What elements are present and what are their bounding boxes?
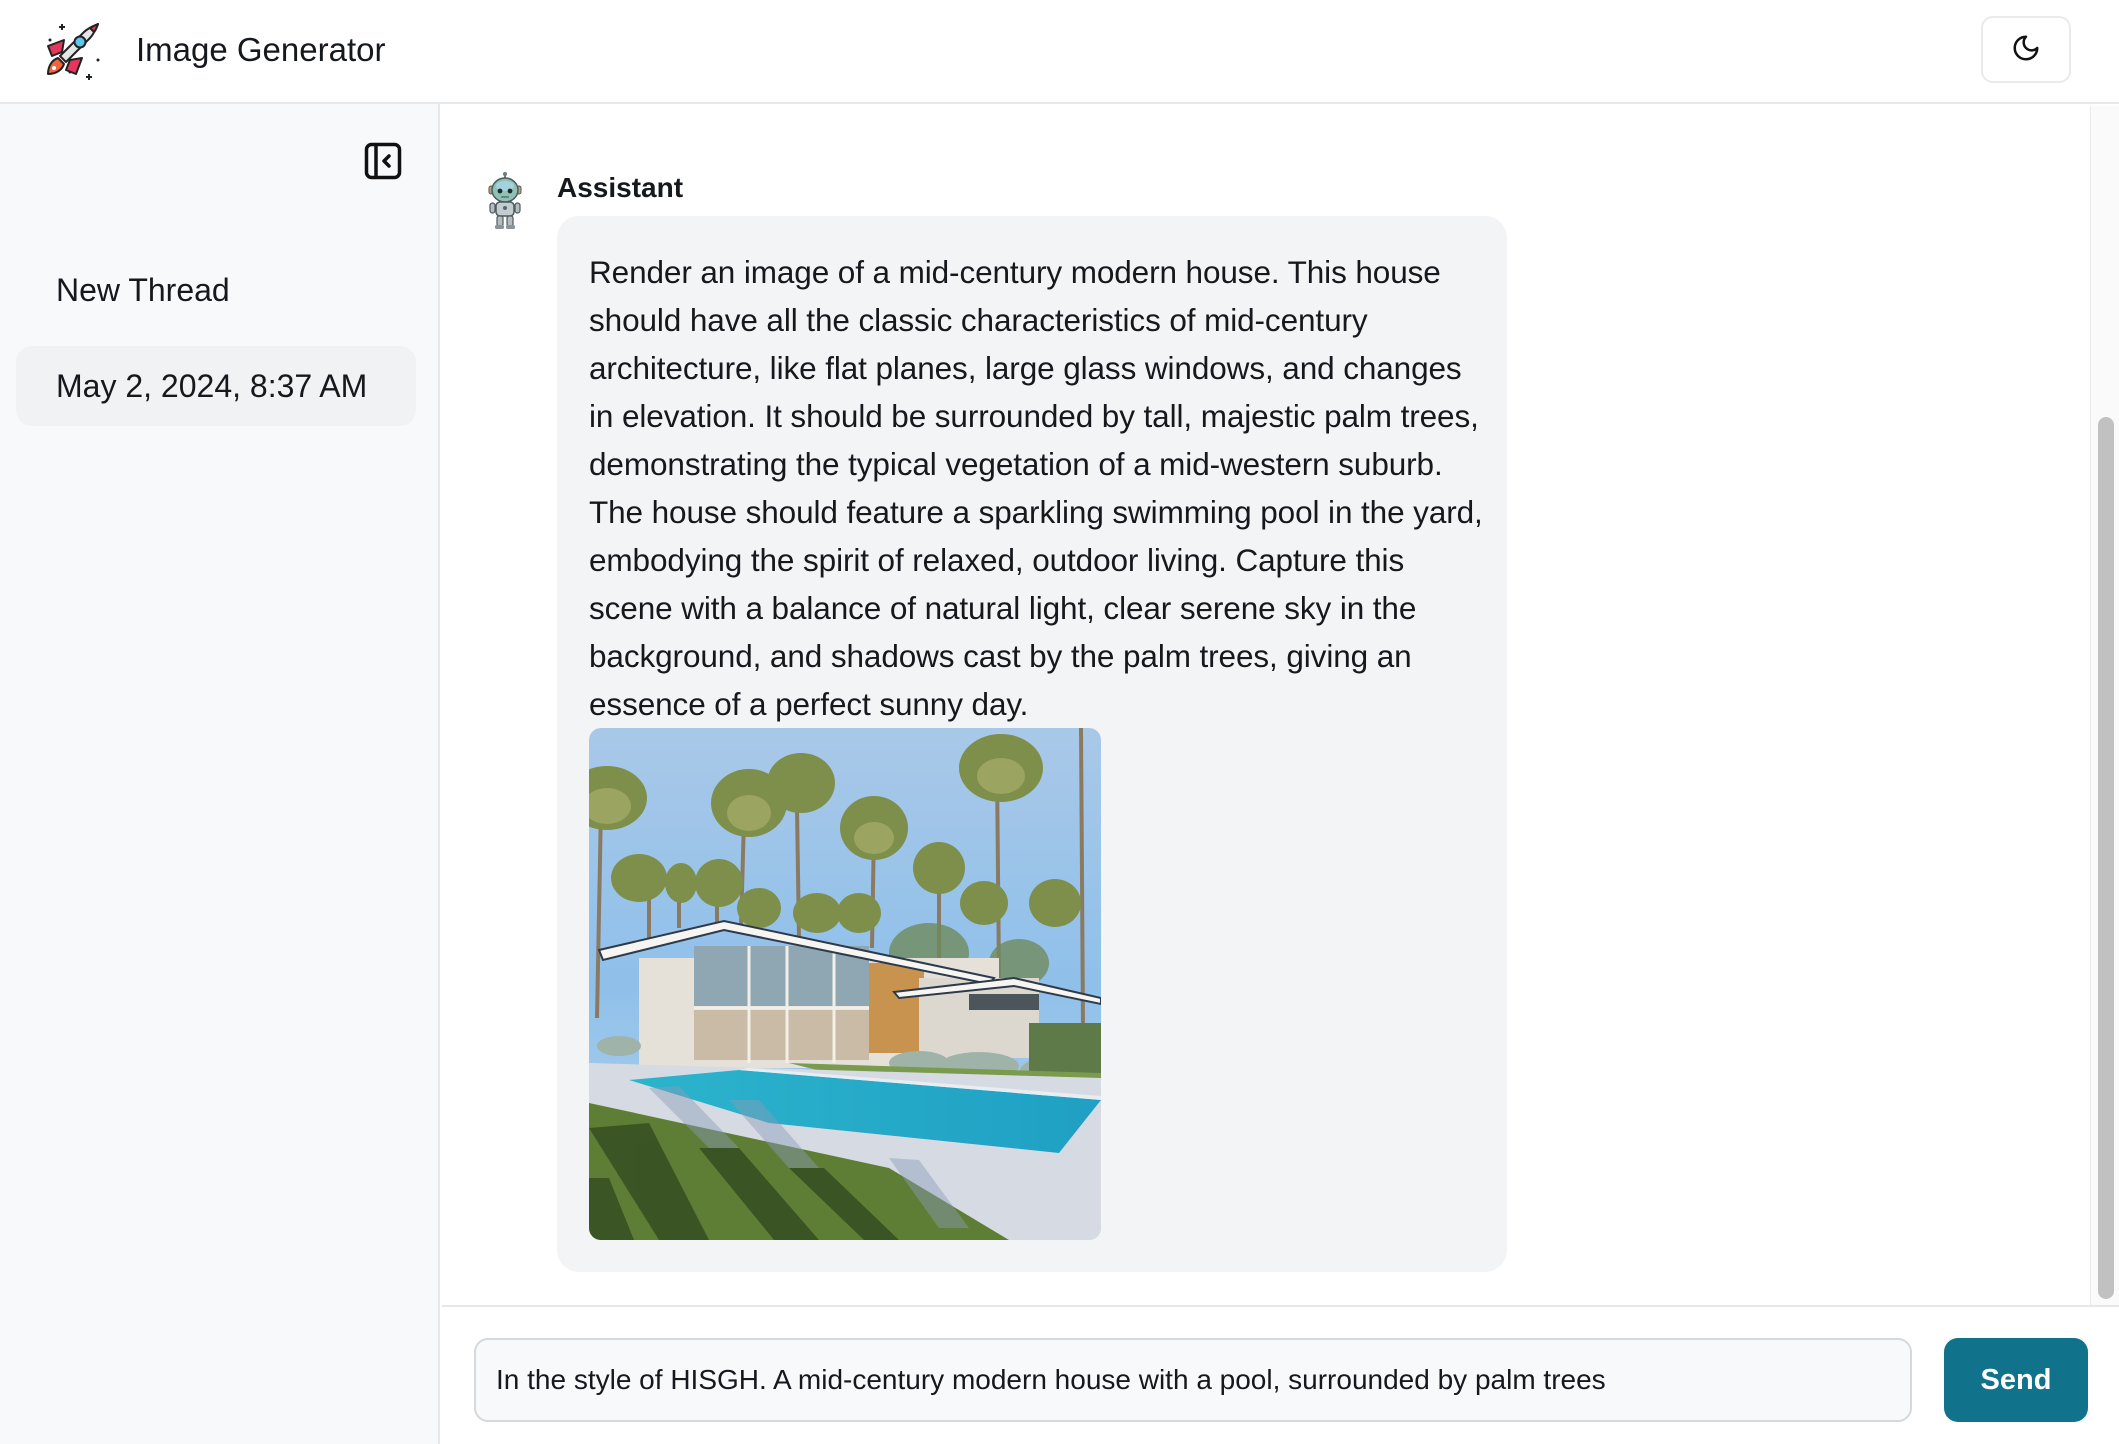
sidebar: New Thread May 2, 2024, 8:37 AM [0, 104, 440, 1444]
app-header: Image Generator [0, 0, 2119, 104]
generated-image[interactable] [589, 728, 1101, 1240]
theme-toggle-button[interactable] [1981, 16, 2071, 83]
prompt-input[interactable] [474, 1338, 1912, 1422]
thread-list-item[interactable]: May 2, 2024, 8:37 AM [16, 346, 416, 426]
moon-icon [2011, 33, 2041, 66]
send-button[interactable]: Send [1944, 1338, 2088, 1422]
assistant-message-text: Render an image of a mid-century modern … [589, 254, 1483, 722]
chat-scrollbar[interactable] [2090, 106, 2119, 1305]
message-sender-name: Assistant [557, 172, 684, 203]
app-title: Image Generator [136, 31, 386, 68]
chat-scrollbar-thumb[interactable] [2098, 417, 2114, 1299]
rocket-icon [40, 18, 104, 82]
sidebar-collapse-button[interactable] [362, 142, 404, 184]
sidebar-collapse-icon [364, 142, 402, 185]
new-thread-button[interactable]: New Thread [56, 270, 230, 310]
robot-avatar-icon [484, 172, 526, 230]
